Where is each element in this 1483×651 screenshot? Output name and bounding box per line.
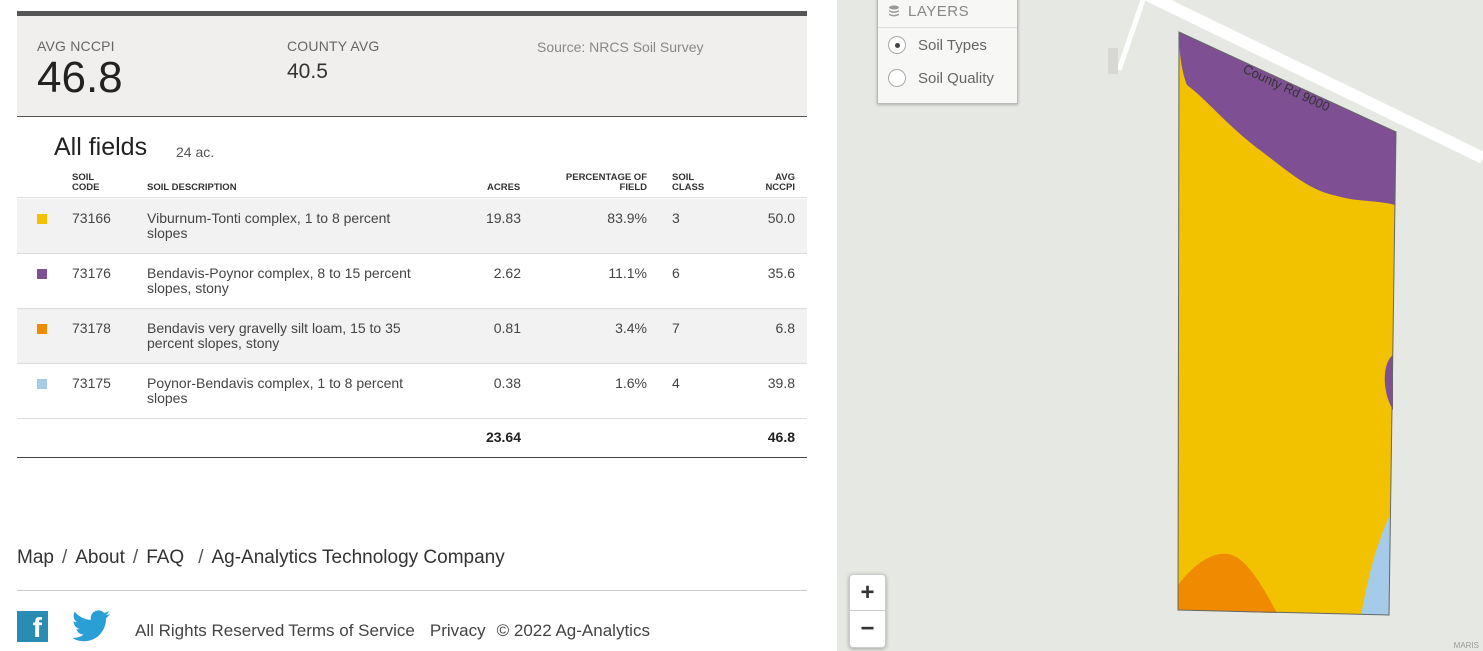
footer-link-company[interactable]: Ag-Analytics Technology Company: [211, 547, 504, 569]
layer-option-label: Soil Quality: [918, 70, 994, 87]
county-avg-value: 40.5: [287, 60, 328, 83]
copyright-text: © 2022 Ag-Analytics: [496, 621, 650, 640]
avg-nccpi-label: AVG NCCPI: [37, 38, 115, 54]
facebook-icon[interactable]: f: [17, 611, 48, 643]
soil-code: 73176: [72, 265, 111, 281]
rights-text: All Rights Reserved: [135, 621, 285, 640]
table-row[interactable]: 73176 Bendavis-Poynor complex, 8 to 15 p…: [17, 254, 807, 309]
soil-color-swatch: [37, 214, 47, 224]
avg-nccpi-block: AVG NCCPI 46.8: [37, 38, 123, 102]
soil-color-swatch: [37, 269, 47, 279]
soil-color-swatch: [37, 379, 47, 389]
header-soil-code: SOIL CODE: [72, 172, 100, 193]
zoom-in-button[interactable]: +: [850, 575, 885, 611]
soil-acres: 0.81: [493, 320, 521, 336]
soil-class: 4: [672, 375, 680, 391]
zoom-control: + −: [849, 574, 886, 648]
soil-percentage: 1.6%: [615, 375, 647, 391]
zoom-out-button[interactable]: −: [850, 611, 885, 647]
map-attribution: MARIS: [1453, 641, 1479, 650]
soil-class: 6: [672, 265, 680, 281]
radio-soil-types[interactable]: [888, 36, 906, 54]
soil-percentage: 83.9%: [607, 210, 647, 226]
layers-stack-icon: [889, 5, 899, 17]
layers-panel: LAYERS Soil Types Soil Quality: [877, 0, 1018, 104]
soil-description: Bendavis-Poynor complex, 8 to 15 percent…: [147, 265, 411, 296]
total-nccpi: 46.8: [767, 429, 795, 445]
soil-class: 3: [672, 210, 680, 226]
fields-title: All fields: [54, 133, 148, 161]
data-source: Source: NRCS Soil Survey: [537, 39, 704, 55]
soil-acres: 2.62: [493, 265, 521, 281]
table-header: SOIL CODE SOIL DESCRIPTION ACRES PERCENTA…: [17, 170, 807, 198]
soil-code: 73178: [72, 320, 111, 336]
soil-percentage: 3.4%: [615, 320, 647, 336]
layers-header: LAYERS: [878, 0, 1017, 28]
header-avg-nccpi: AVG NCCPI: [765, 172, 795, 193]
footer-divider: [17, 590, 807, 591]
avg-nccpi-value: 46.8: [37, 53, 123, 102]
footer-link-faq[interactable]: FAQ: [146, 547, 184, 569]
header-percentage: PERCENTAGE OF FIELD: [565, 172, 647, 193]
layer-option-soil-types[interactable]: Soil Types: [878, 28, 1017, 61]
fields-acres: 24 ac.: [176, 144, 215, 160]
layers-title: LAYERS: [908, 3, 970, 20]
county-avg-block: COUNTY AVG 40.5: [287, 38, 380, 84]
soil-acres: 19.83: [485, 210, 521, 226]
footer-legal: All Rights Reserved Terms of Service Priva…: [135, 621, 661, 641]
table-row[interactable]: 73178 Bendavis very gravelly silt loam, …: [17, 309, 807, 364]
soil-description: Viburnum-Tonti complex, 1 to 8 percent sl…: [147, 210, 391, 241]
table-row[interactable]: 73175 Poynor-Bendavis complex, 1 to 8 pe…: [17, 364, 807, 419]
soil-acres: 0.38: [493, 375, 521, 391]
table-totals: 23.64 46.8: [17, 419, 807, 458]
side-road: [1116, 0, 1146, 71]
building-footprint: [1108, 48, 1118, 74]
total-acres: 23.64: [485, 429, 521, 445]
terms-link[interactable]: Terms of Service: [288, 621, 415, 640]
soil-nccpi: 6.8: [775, 320, 795, 336]
header-soil-description: SOIL DESCRIPTION: [147, 182, 237, 193]
layer-option-label: Soil Types: [918, 37, 987, 54]
footer-nav: Map / About / FAQ / Ag-Analytics Technology Co…: [17, 547, 505, 569]
nccpi-summary: AVG NCCPI 46.8 COUNTY AVG 40.5 Source: N…: [17, 11, 807, 117]
twitter-icon[interactable]: [72, 610, 110, 642]
soil-nccpi: 35.6: [767, 265, 795, 281]
soil-code: 73166: [72, 210, 111, 226]
soil-class: 7: [672, 320, 680, 336]
footer-link-map[interactable]: Map: [17, 547, 54, 569]
soil-description: Poynor-Bendavis complex, 1 to 8 percent s…: [147, 375, 404, 406]
header-soil-class: SOIL CLASS: [672, 172, 705, 193]
soil-color-swatch: [37, 324, 47, 334]
table-row[interactable]: 73166 Viburnum-Tonti complex, 1 to 8 per…: [17, 199, 807, 254]
footer-link-about[interactable]: About: [75, 547, 125, 569]
soil-percentage: 11.1%: [608, 265, 647, 281]
soil-description: Bendavis very gravelly silt loam, 15 to …: [147, 320, 401, 351]
layer-option-soil-quality[interactable]: Soil Quality: [878, 61, 1017, 94]
header-acres: ACRES: [487, 182, 521, 193]
county-avg-label: COUNTY AVG: [287, 38, 380, 54]
soil-nccpi: 39.8: [767, 375, 795, 391]
left-panel: AVG NCCPI 46.8 COUNTY AVG 40.5 Source: N…: [0, 0, 837, 651]
privacy-link[interactable]: Privacy: [430, 621, 486, 640]
soil-map[interactable]: County Rd 9000 LAYERS Soil Types Soil Qu…: [837, 0, 1483, 651]
soil-code: 73175: [72, 375, 111, 391]
soil-nccpi: 50.0: [767, 210, 795, 226]
radio-soil-quality[interactable]: [888, 69, 906, 87]
